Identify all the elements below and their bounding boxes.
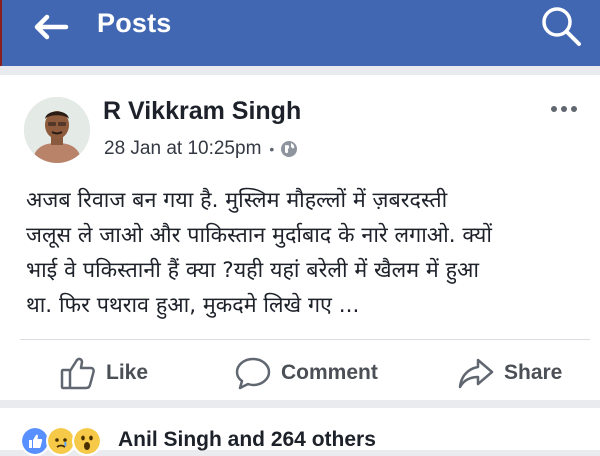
share-button[interactable]: Share (458, 351, 562, 395)
top-bar: Posts (0, 0, 600, 66)
post-text: अजब रिवाज बन गया है. मुस्लिम मौहल्लों मे… (26, 183, 594, 323)
post-timestamp[interactable]: 28 Jan at 10:25pm (104, 138, 261, 160)
left-edge-strip (0, 0, 2, 66)
search-icon[interactable] (538, 4, 584, 48)
post-text-line: जलूस ले जाओ और पाकिस्तान मुर्दाबाद के ना… (26, 223, 492, 248)
author-name[interactable]: R Vikkram Singh (103, 97, 301, 126)
comment-label: Comment (281, 361, 378, 384)
divider (20, 339, 590, 340)
profile-photo (24, 97, 90, 163)
thumbs-up-icon (60, 357, 95, 390)
comment-icon (235, 357, 271, 390)
post-meta: 28 Jan at 10:25pm • (104, 138, 298, 160)
more-options-icon[interactable] (544, 97, 584, 121)
reactions-summary[interactable]: Anil Singh and 264 others (118, 428, 376, 452)
like-label: Like (106, 361, 149, 384)
post-card: R Vikkram Singh 28 Jan at 10:25pm • अजब … (0, 75, 600, 400)
share-icon (458, 358, 494, 389)
share-label: Share (504, 361, 563, 384)
comment-button[interactable]: Comment (235, 351, 378, 395)
reaction-icons[interactable] (20, 426, 102, 456)
back-arrow-icon[interactable] (30, 12, 70, 42)
page-title: Posts (97, 8, 172, 38)
like-button[interactable]: Like (60, 351, 148, 395)
avatar[interactable] (24, 97, 90, 163)
globe-icon (281, 141, 298, 157)
post-text-line: भाई वे पकिस्तानी हैं क्या ?यही यहां बरेल… (26, 258, 479, 283)
post-text-line: अजब रिवाज बन गया है. मुस्लिम मौहल्लों मे… (26, 188, 448, 213)
post-text-line: था. फिर पथराव हुआ, मुकदमे लिखे गए ... (26, 293, 360, 318)
wow-reaction-icon (72, 426, 102, 456)
reactions-bar: Anil Singh and 264 others (0, 408, 600, 456)
meta-separator: • (269, 141, 275, 157)
